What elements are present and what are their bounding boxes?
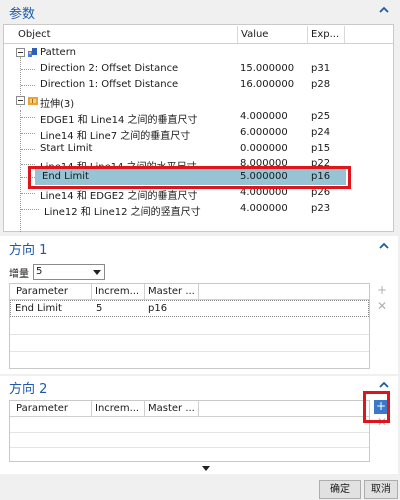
- tree-row-label: Pattern: [40, 47, 76, 58]
- direction2-table-header: Parameter Increm... Master ...: [10, 401, 369, 417]
- chevron-down-icon[interactable]: [93, 270, 101, 275]
- column-header-master[interactable]: Master ...: [148, 286, 195, 297]
- column-divider[interactable]: [198, 401, 199, 417]
- row-object: Line14 和 EDGE2 之间的垂直尺寸: [40, 191, 198, 202]
- column-divider[interactable]: [237, 26, 238, 43]
- column-divider[interactable]: [91, 284, 92, 300]
- column-header-increment[interactable]: Increm...: [95, 403, 139, 414]
- table-row[interactable]: Direction 1: Offset Distance 16.000000 p…: [4, 77, 393, 93]
- cancel-button[interactable]: 取消: [364, 480, 398, 499]
- cell-parameter: End Limit: [15, 303, 62, 314]
- table-row[interactable]: Direction 2: Offset Distance 15.000000 p…: [4, 61, 393, 77]
- tree-guide-line: [21, 209, 39, 210]
- table-row[interactable]: Line14 和 Line7 之间的垂直尺寸 6.000000 p24: [4, 125, 393, 142]
- column-header-exp[interactable]: Exp...: [311, 29, 339, 40]
- row-object: Direction 2: Offset Distance: [40, 63, 179, 74]
- chevron-up-icon[interactable]: [378, 240, 392, 254]
- direction2-table: Parameter Increm... Master ...: [9, 400, 370, 462]
- table-row[interactable]: EDGE1 和 Line14 之间的垂直尺寸 4.000000 p25: [4, 109, 393, 126]
- column-header-master[interactable]: Master ...: [148, 403, 195, 414]
- row-divider: [10, 447, 369, 448]
- tree-guide-line: [21, 133, 35, 134]
- step-dropdown[interactable]: 5: [33, 264, 105, 280]
- row-exp: p25: [311, 111, 331, 122]
- column-header-parameter[interactable]: Parameter: [16, 286, 68, 297]
- add-icon[interactable]: +: [375, 284, 389, 298]
- row-object: EDGE1 和 Line14 之间的垂直尺寸: [40, 115, 198, 126]
- parameters-table: Object Value Exp... Pattern Direction 2:…: [3, 24, 394, 232]
- extrude-feature-icon: [28, 96, 38, 106]
- row-value[interactable]: 4.000000: [240, 203, 288, 214]
- delete-icon[interactable]: ✕: [375, 300, 389, 314]
- column-header-value[interactable]: Value: [241, 29, 268, 40]
- parameters-header[interactable]: 参数: [0, 2, 398, 22]
- cell-master: p16: [148, 303, 168, 314]
- row-divider: [10, 351, 369, 352]
- column-divider[interactable]: [307, 26, 308, 43]
- parameters-table-header: Object Value Exp...: [4, 25, 393, 44]
- column-divider[interactable]: [91, 401, 92, 417]
- row-value[interactable]: 4.000000: [240, 111, 288, 122]
- chevron-up-icon[interactable]: [378, 4, 392, 18]
- row-exp: p23: [311, 203, 331, 214]
- row-object: Start Limit: [40, 143, 93, 154]
- tree-guide-line: [21, 85, 35, 86]
- tree-guide-line: [21, 164, 35, 165]
- table-row[interactable]: Start Limit 0.000000 p15: [4, 141, 393, 157]
- highlight-annotation-box: [28, 166, 351, 189]
- cell-increment[interactable]: 5: [96, 303, 102, 314]
- row-object: Line14 和 Line7 之间的垂直尺寸: [40, 131, 191, 142]
- direction1-title: 方向 1: [9, 242, 48, 258]
- table-row[interactable]: End Limit 5 p16: [10, 300, 369, 317]
- row-value[interactable]: 16.000000: [240, 79, 294, 90]
- column-header-parameter[interactable]: Parameter: [16, 403, 68, 414]
- row-value[interactable]: 0.000000: [240, 143, 288, 154]
- row-value[interactable]: 15.000000: [240, 63, 294, 74]
- row-object: Line12 和 Line12 之间的竖直尺寸: [44, 207, 201, 218]
- step-dropdown-value: 5: [36, 266, 43, 277]
- ok-button[interactable]: 确定: [319, 480, 361, 499]
- column-divider[interactable]: [344, 26, 345, 43]
- direction1-header[interactable]: 方向 1: [0, 238, 398, 258]
- collapse-toggle-icon[interactable]: [16, 96, 25, 105]
- collapse-toggle-icon[interactable]: [16, 48, 25, 57]
- direction2-header[interactable]: 方向 2: [0, 377, 398, 397]
- tree-row-label: 拉伸(3): [40, 99, 75, 110]
- scroll-down-icon[interactable]: [202, 466, 210, 471]
- direction1-table: Parameter Increm... Master ... End Limit…: [9, 283, 370, 369]
- table-row[interactable]: Line12 和 Line12 之间的竖直尺寸 4.000000 p23: [4, 201, 393, 218]
- row-exp: p31: [311, 63, 331, 74]
- row-divider: [10, 334, 369, 335]
- column-divider[interactable]: [144, 284, 145, 300]
- column-header-object[interactable]: Object: [18, 29, 51, 40]
- column-divider[interactable]: [144, 401, 145, 417]
- pattern-feature-icon: [28, 48, 37, 58]
- step-label: 增量: [9, 268, 29, 280]
- parameters-title: 参数: [9, 6, 36, 22]
- row-exp: p15: [311, 143, 331, 154]
- column-divider[interactable]: [198, 284, 199, 300]
- tree-row-extrude[interactable]: 拉伸(3): [4, 93, 393, 110]
- dialog-button-bar: 确定 取消: [0, 477, 400, 500]
- row-value[interactable]: 6.000000: [240, 127, 288, 138]
- direction1-table-header: Parameter Increm... Master ...: [10, 284, 369, 300]
- step-row: 增量 5: [9, 264, 105, 280]
- tree-guide-line: [21, 69, 35, 70]
- tree-guide-line: [21, 193, 35, 194]
- row-object: Direction 1: Offset Distance: [40, 79, 179, 90]
- tree-guide-line: [21, 117, 35, 118]
- column-header-increment[interactable]: Increm...: [95, 286, 139, 297]
- tree-row-pattern[interactable]: Pattern: [4, 45, 393, 61]
- highlight-annotation-box: [363, 391, 390, 423]
- tree-guide-line: [21, 149, 35, 150]
- row-exp: p28: [311, 79, 331, 90]
- row-exp: p24: [311, 127, 331, 138]
- direction2-title: 方向 2: [9, 381, 48, 397]
- row-divider: [10, 432, 369, 433]
